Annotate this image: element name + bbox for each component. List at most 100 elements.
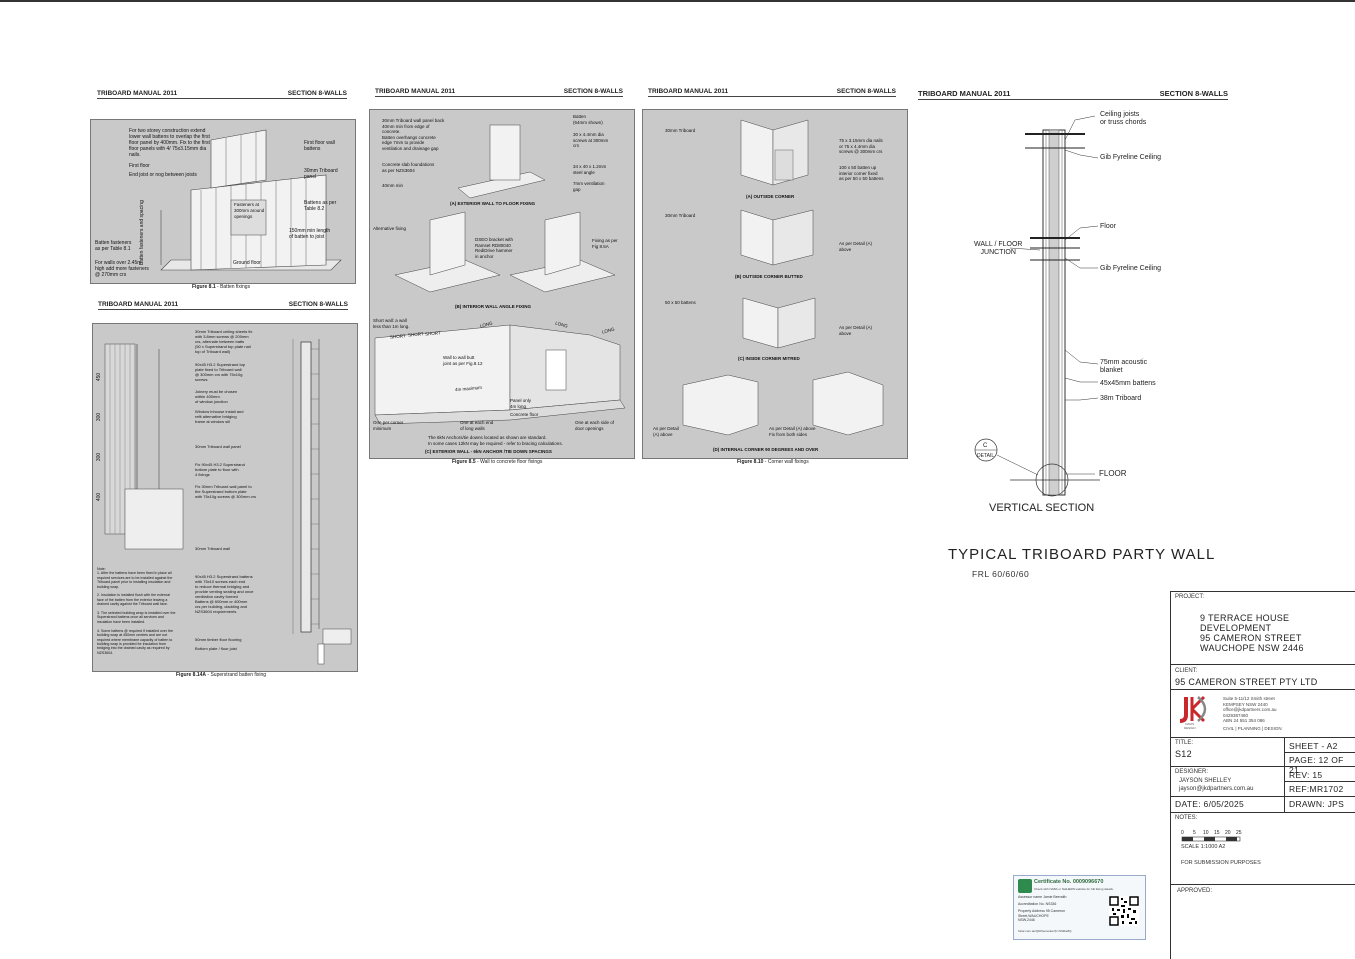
drawing-frl: FRL 60/60/60 [972, 569, 1030, 579]
fig814a-label: 50mm timber floor flooring [195, 637, 242, 642]
fig81-label: 150mm min length of batten to joist [289, 228, 331, 240]
section-label-gib-2: Gib Fyreline Ceiling [1100, 265, 1162, 272]
top-border-line [0, 0, 1355, 2]
purpose-text: FOR SUBMISSION PURPOSES [1181, 860, 1261, 866]
fig814a-header: TRIBOARD MANUAL 2011 SECTION 8-WALLS [98, 301, 348, 310]
fig814a-header-right: SECTION 8-WALLS [288, 301, 348, 308]
fig810-header-right: SECTION 8-WALLS [836, 88, 896, 95]
section-label-floor-2: FLOOR [1099, 469, 1127, 478]
fig81-label: First floor wall battens [304, 140, 335, 152]
jkd-logo-icon [1179, 695, 1207, 723]
fig814a-dim: 300 [96, 452, 103, 462]
fig81-header-right: SECTION 8-WALLS [287, 90, 347, 97]
scale-bar-graphic [1181, 836, 1241, 842]
fig810-label: As per Detail (A) above [653, 426, 679, 437]
certificate-row: Accreditation No. NS336 [1018, 902, 1057, 906]
title-block: PROJECT: 9 TERRACE HOUSE DEVELOPMENT 95 … [1170, 591, 1355, 959]
fig85-panel: 30mm Triboard wall panel back 40mm min f… [369, 109, 635, 459]
divider [1171, 664, 1355, 665]
fig85-subcaption-b: (B) INTERIOR WALL ANGLE FIXING [455, 304, 531, 309]
fig814a-dim: 300 [96, 412, 103, 422]
fig810-label: 100 x 50 batten up interior corner fixed… [839, 165, 884, 181]
fig81-header: TRIBOARD MANUAL 2011 SECTION 8-WALLS [97, 90, 347, 99]
drawing-title: TYPICAL TRIBOARD PARTY WALL [948, 546, 1216, 563]
fig814a-caption: Figure 8.14A - Superstrand batten fixing [176, 672, 267, 678]
sheet-size: SHEET - A2 [1289, 741, 1338, 751]
reference: REF:MR1702 [1289, 784, 1344, 794]
notes-label: NOTES: [1175, 815, 1198, 821]
fig81-label: End joist or nog between joists [129, 172, 197, 178]
fig81-panel: For two storey construction extend lower… [90, 119, 356, 284]
fig85-label: Wall to wall butt joint as per Fig.8.12 [443, 355, 483, 366]
date-value: DATE: 6/05/2025 [1175, 799, 1245, 809]
fig810-subcaption-a: (A) OUTSIDE CORNER [746, 194, 795, 199]
fig85-subcaption-c: (C) EXTERIOR WALL - 6kN ANCHOR /TIE DOWN… [425, 449, 552, 454]
project-value: 9 TERRACE HOUSE DEVELOPMENT 95 CAMERON S… [1200, 613, 1304, 653]
fig85-header-right: SECTION 8-WALLS [563, 88, 623, 95]
fig810-label: 75 x 3.15mm dia nails or 75 x 4.4mm dia … [839, 138, 883, 154]
divider [1284, 737, 1285, 812]
fig85-header-left: TRIBOARD MANUAL 2011 [375, 88, 456, 95]
section-header-right: SECTION 8-WALLS [1159, 89, 1228, 98]
title-label: TITLE: [1175, 740, 1194, 746]
certificate-badge-icon [1018, 879, 1032, 893]
fig85-label: One at each end of long walls [460, 420, 494, 431]
certificate-footer: hstar.com.au/QR/Generate?p=Sh9ke8Q [1018, 929, 1072, 933]
fig85-label: Alternative fixing [373, 226, 407, 231]
divider [1284, 752, 1355, 753]
section-label-battens: 45x45mm battens [1100, 380, 1156, 387]
qr-code-icon [1109, 896, 1139, 926]
fig81-header-left: TRIBOARD MANUAL 2011 [97, 90, 178, 97]
company-services: CIVIL | PLANNING | DESIGN [1223, 726, 1282, 731]
fig810-header-left: TRIBOARD MANUAL 2011 [648, 88, 729, 95]
fig814a-panel: 450 300 300 400 30mm Triboard ceiling sh… [92, 323, 358, 672]
fig85-label: The 6kN Anchors/tie downs located as sho… [428, 435, 563, 446]
fig85-caption: Figure 8.5 - Wall to concrete floor fixi… [452, 459, 543, 465]
scale-text: SCALE 1:1000 A2 [1181, 844, 1226, 850]
section-label-floor: Floor [1100, 223, 1116, 230]
fig85-label: 34 x 40 x 1.2mm steel angle [573, 164, 607, 175]
fig85-label: 7mm ventilation gap [573, 181, 605, 192]
fig85-label: 40mm min [382, 183, 404, 188]
vertical-section-label: VERTICAL SECTION [989, 502, 1095, 514]
section-label-blanket: 75mm acoustic blanket [1100, 359, 1148, 374]
fig810-header: TRIBOARD MANUAL 2011 SECTION 8-WALLS [648, 88, 896, 97]
company-logo: DAVIS DESIGN [1176, 695, 1214, 731]
vertical-section-drawing [974, 115, 1100, 497]
client-value: 95 CAMERON STREET PTY LTD [1175, 677, 1318, 687]
fig814a-label: 90x45 H3.2 Superstrand top plate fixed t… [195, 362, 246, 382]
logo-subtext: DAVIS DESIGN [1184, 722, 1196, 730]
section-label-gib-1: Gib Fyreline Ceiling [1100, 154, 1162, 161]
section-label-junction: WALL / FLOOR JUNCTION [974, 241, 1023, 256]
drawn-by: DRAWN: JPS [1289, 799, 1345, 809]
divider [1171, 689, 1355, 690]
fig810-subcaption-d: (D) INTERNAL CORNER 90 DEGREES AND OVER [713, 447, 819, 452]
fig814a-note: Note: 1. After the battens have been fix… [97, 567, 176, 655]
fig810-label: As per Detail (A) above Fix from both si… [769, 426, 816, 437]
company-address: Suite 5-11/12 Smith street KEMPSEY NSW 2… [1223, 696, 1277, 723]
project-label: PROJECT: [1175, 594, 1205, 600]
divider [1171, 766, 1355, 767]
fig814a-label: Joinery must be chosen within 400mm of w… [195, 389, 238, 404]
divider [1171, 812, 1355, 813]
title-value: S12 [1175, 749, 1192, 759]
divider [1284, 781, 1355, 782]
fig85-label: 30 x 4.4mm dia screws at 300mm crs [573, 132, 609, 148]
client-label: CLIENT: [1175, 668, 1198, 674]
fig814a-label: 30mm Triboard wall [195, 546, 230, 551]
fig814a-label: 30mm Triboard wall panel [195, 444, 241, 449]
section-label-ceiling-joists: Ceiling joists or truss chords [1100, 111, 1147, 126]
fig85-subcaption-a: (A) EXTERIOR WALL TO FLOOR FIXING [450, 201, 536, 206]
revision: REV: 15 [1289, 770, 1323, 780]
section-label-triboard: 38m Triboard [1100, 395, 1142, 402]
fig810-drawing [682, 119, 884, 436]
fig810-panel: 30mm Triboard 75 x 3.15mm dia nails or 7… [642, 109, 908, 459]
fig85-label: Fixing as per Fig 8.5A [592, 238, 618, 249]
fig85-label: Concrete slab foundations as per NZS3604 [382, 162, 435, 173]
scale-bar: 0 5 10 15 20 25 [1181, 830, 1251, 844]
detail-marker-word: DETAIL [977, 453, 995, 459]
fig810-subcaption-c: (C) INSIDE CORNER MITRED [738, 356, 800, 361]
section-header: TRIBOARD MANUAL 2011 SECTION 8-WALLS [918, 89, 1228, 100]
fig81-label: Batten fasteners as per Table 8.1 [95, 240, 132, 252]
fig814a-label: Bottom plate / floor joist [195, 646, 237, 651]
